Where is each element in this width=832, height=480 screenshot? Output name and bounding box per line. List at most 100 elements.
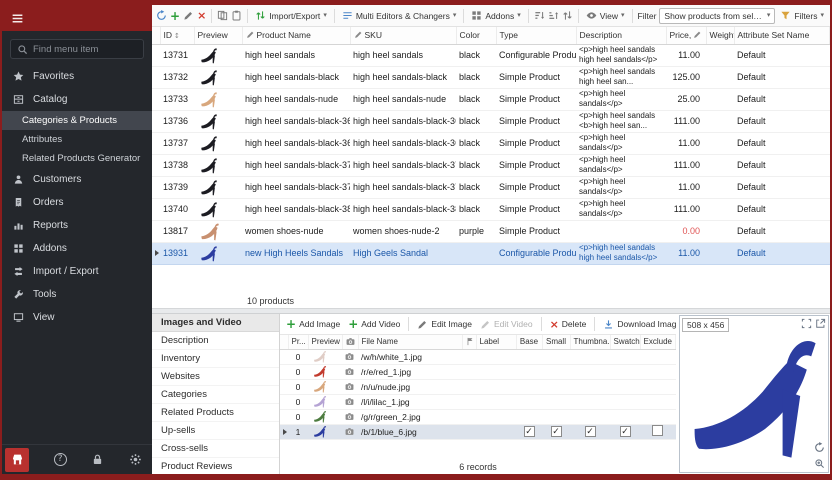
tab-categories[interactable]: Categories [152,386,279,404]
sidebar-item-catalog[interactable]: Catalog [2,88,152,111]
sidebar-item-import-export[interactable]: Import / Export [2,260,152,283]
tab-description[interactable]: Description [152,332,279,350]
copy-button[interactable] [217,10,228,21]
view-menu[interactable]: View ▾ [584,8,627,23]
add-product-button[interactable]: + [170,10,180,22]
image-row[interactable]: 0 /w/h/white_1.jpg [280,349,676,364]
product-row[interactable]: 13737 high heel sandals-black-36 high he… [152,132,830,154]
swatch-checkbox[interactable]: ✓ [620,426,631,437]
import-export-menu[interactable]: Import/Export ▾ [253,8,329,23]
delete-product-button[interactable]: × [197,10,206,21]
base-checkbox[interactable]: ✓ [524,426,535,437]
col-preview-header[interactable]: Preview [194,27,242,44]
product-row[interactable]: 13731 high heel sandals high heel sandal… [152,44,830,66]
sidebar-item-view[interactable]: View [2,306,152,329]
store-icon [11,453,24,466]
product-row[interactable]: 13740 high heel sandals-black-38 high he… [152,198,830,220]
tab-websites[interactable]: Websites [152,368,279,386]
product-row-selected[interactable]: 13931 new High Heels Sandals High Geels … [152,242,830,264]
category-filter-select[interactable]: Show products from selected categories ▾ [659,8,775,24]
col-position-header[interactable]: Pr...▲ [288,335,308,349]
col-camera-header[interactable] [342,335,358,349]
sidebar-search[interactable] [10,39,144,59]
col-small-header[interactable]: Small [542,335,570,349]
product-row[interactable]: 13736 high heel sandals-black-36 high he… [152,110,830,132]
col-price-header[interactable]: Price, [666,27,706,44]
tab-up-sells[interactable]: Up-sells [152,422,279,440]
col-color-header[interactable]: Color [456,27,496,44]
settings-button[interactable] [129,453,142,466]
col-sku-header[interactable]: SKU [350,27,456,44]
col-product-name-header[interactable]: Product Name [242,27,350,44]
delete-image-button[interactable]: × Delete [548,317,589,332]
col-flag-header[interactable] [462,335,476,349]
download-image-button[interactable]: Download Image [601,317,676,332]
product-row[interactable]: 13738 high heel sandals-black-37 high he… [152,154,830,176]
sort-ascending-button[interactable] [534,10,545,21]
col-attribute-set-header[interactable]: Attribute Set Name [734,27,830,44]
sidebar-item-orders[interactable]: Orders [2,191,152,214]
product-row[interactable]: 13817 women shoes-nude women shoes-nude-… [152,220,830,242]
tab-related-products[interactable]: Related Products [152,404,279,422]
lock-button[interactable] [91,453,104,466]
image-thumbnail [311,410,329,423]
menu-search-input[interactable] [33,44,137,55]
product-row[interactable]: 13739 high heel sandals-black-37 high he… [152,176,830,198]
refresh-button[interactable] [156,10,167,21]
col-thumbnail-header[interactable]: Thumbna... [570,335,610,349]
sidebar-item-addons[interactable]: Addons [2,237,152,260]
sidebar-item-attributes[interactable]: Attributes [2,130,152,149]
edit-image-button[interactable]: Edit Image [415,317,474,332]
sidebar-item-customers[interactable]: Customers [2,168,152,191]
sidebar-item-categories-products[interactable]: Categories & Products [2,111,152,130]
addons-menu[interactable]: Addons ▾ [469,8,522,23]
col-id-header[interactable]: ID↕ [160,27,194,44]
sidebar-item-related-products-generator[interactable]: Related Products Generator [2,149,152,168]
image-row[interactable]: 0 /r/e/red_1.jpg [280,364,676,379]
sidebar-item-reports[interactable]: Reports [2,214,152,237]
col-weight-header[interactable]: Weight [706,27,734,44]
col-base-header[interactable]: Base [516,335,542,349]
sidebar-item-favorites[interactable]: Favorites [2,65,152,88]
cell-sku: high heel sandals-black [350,66,456,88]
cell-preview [194,198,242,220]
add-video-button[interactable]: + Add Video [346,316,402,332]
exclude-checkbox[interactable] [652,425,663,436]
cell-product-name: high heel sandals [242,44,350,66]
edit-product-button[interactable] [183,10,194,21]
product-row[interactable]: 13732 high heel sandals-black high heel … [152,66,830,88]
help-button[interactable]: ? [54,453,67,466]
tab-product-reviews[interactable]: Product Reviews [152,458,279,474]
col-type-header[interactable]: Type [496,27,576,44]
paste-button[interactable] [231,10,242,21]
col-description-header[interactable]: Description [576,27,666,44]
col-file-name-header[interactable]: File Name [358,335,462,349]
store-button[interactable] [5,448,29,472]
tab-inventory[interactable]: Inventory [152,350,279,368]
zoom-button[interactable] [814,458,825,469]
image-row[interactable]: 0 /l/i/lilac_1.jpg [280,394,676,409]
product-row[interactable]: 13733 high heel sandals-nude high heel s… [152,88,830,110]
tab-images-and-video[interactable]: Images and Video [152,314,279,332]
thumbnail-checkbox[interactable]: ✓ [585,426,596,437]
col-label-header[interactable]: Label [476,335,516,349]
open-external-button[interactable] [815,318,826,329]
add-image-button[interactable]: + Add Image [284,316,342,332]
cell-product-name: high heel sandals-black-37 [242,176,350,198]
sidebar-item-tools[interactable]: Tools [2,283,152,306]
small-checkbox[interactable]: ✓ [551,426,562,437]
sort-descending-button[interactable] [548,10,559,21]
col-swatch-header[interactable]: Swatch [610,335,640,349]
tab-cross-sells[interactable]: Cross-sells [152,440,279,458]
rotate-button[interactable] [814,442,825,453]
col-exclude-header[interactable]: Exclude [640,335,676,349]
clear-sort-button[interactable] [562,10,573,21]
menu-toggle-button[interactable] [2,5,152,31]
col-preview-header[interactable]: Preview [308,335,342,349]
image-row[interactable]: 0 /g/r/green_2.jpg [280,409,676,424]
multi-editors-menu[interactable]: Multi Editors & Changers ▾ [340,8,459,23]
image-row-selected[interactable]: 1 /b/1/blue_6.jpg ✓ ✓ ✓ ✓ [280,424,676,439]
image-row[interactable]: 0 /n/u/nude.jpg [280,379,676,394]
fullscreen-button[interactable] [801,318,812,329]
filters-menu[interactable]: Filters ▾ [778,8,826,23]
